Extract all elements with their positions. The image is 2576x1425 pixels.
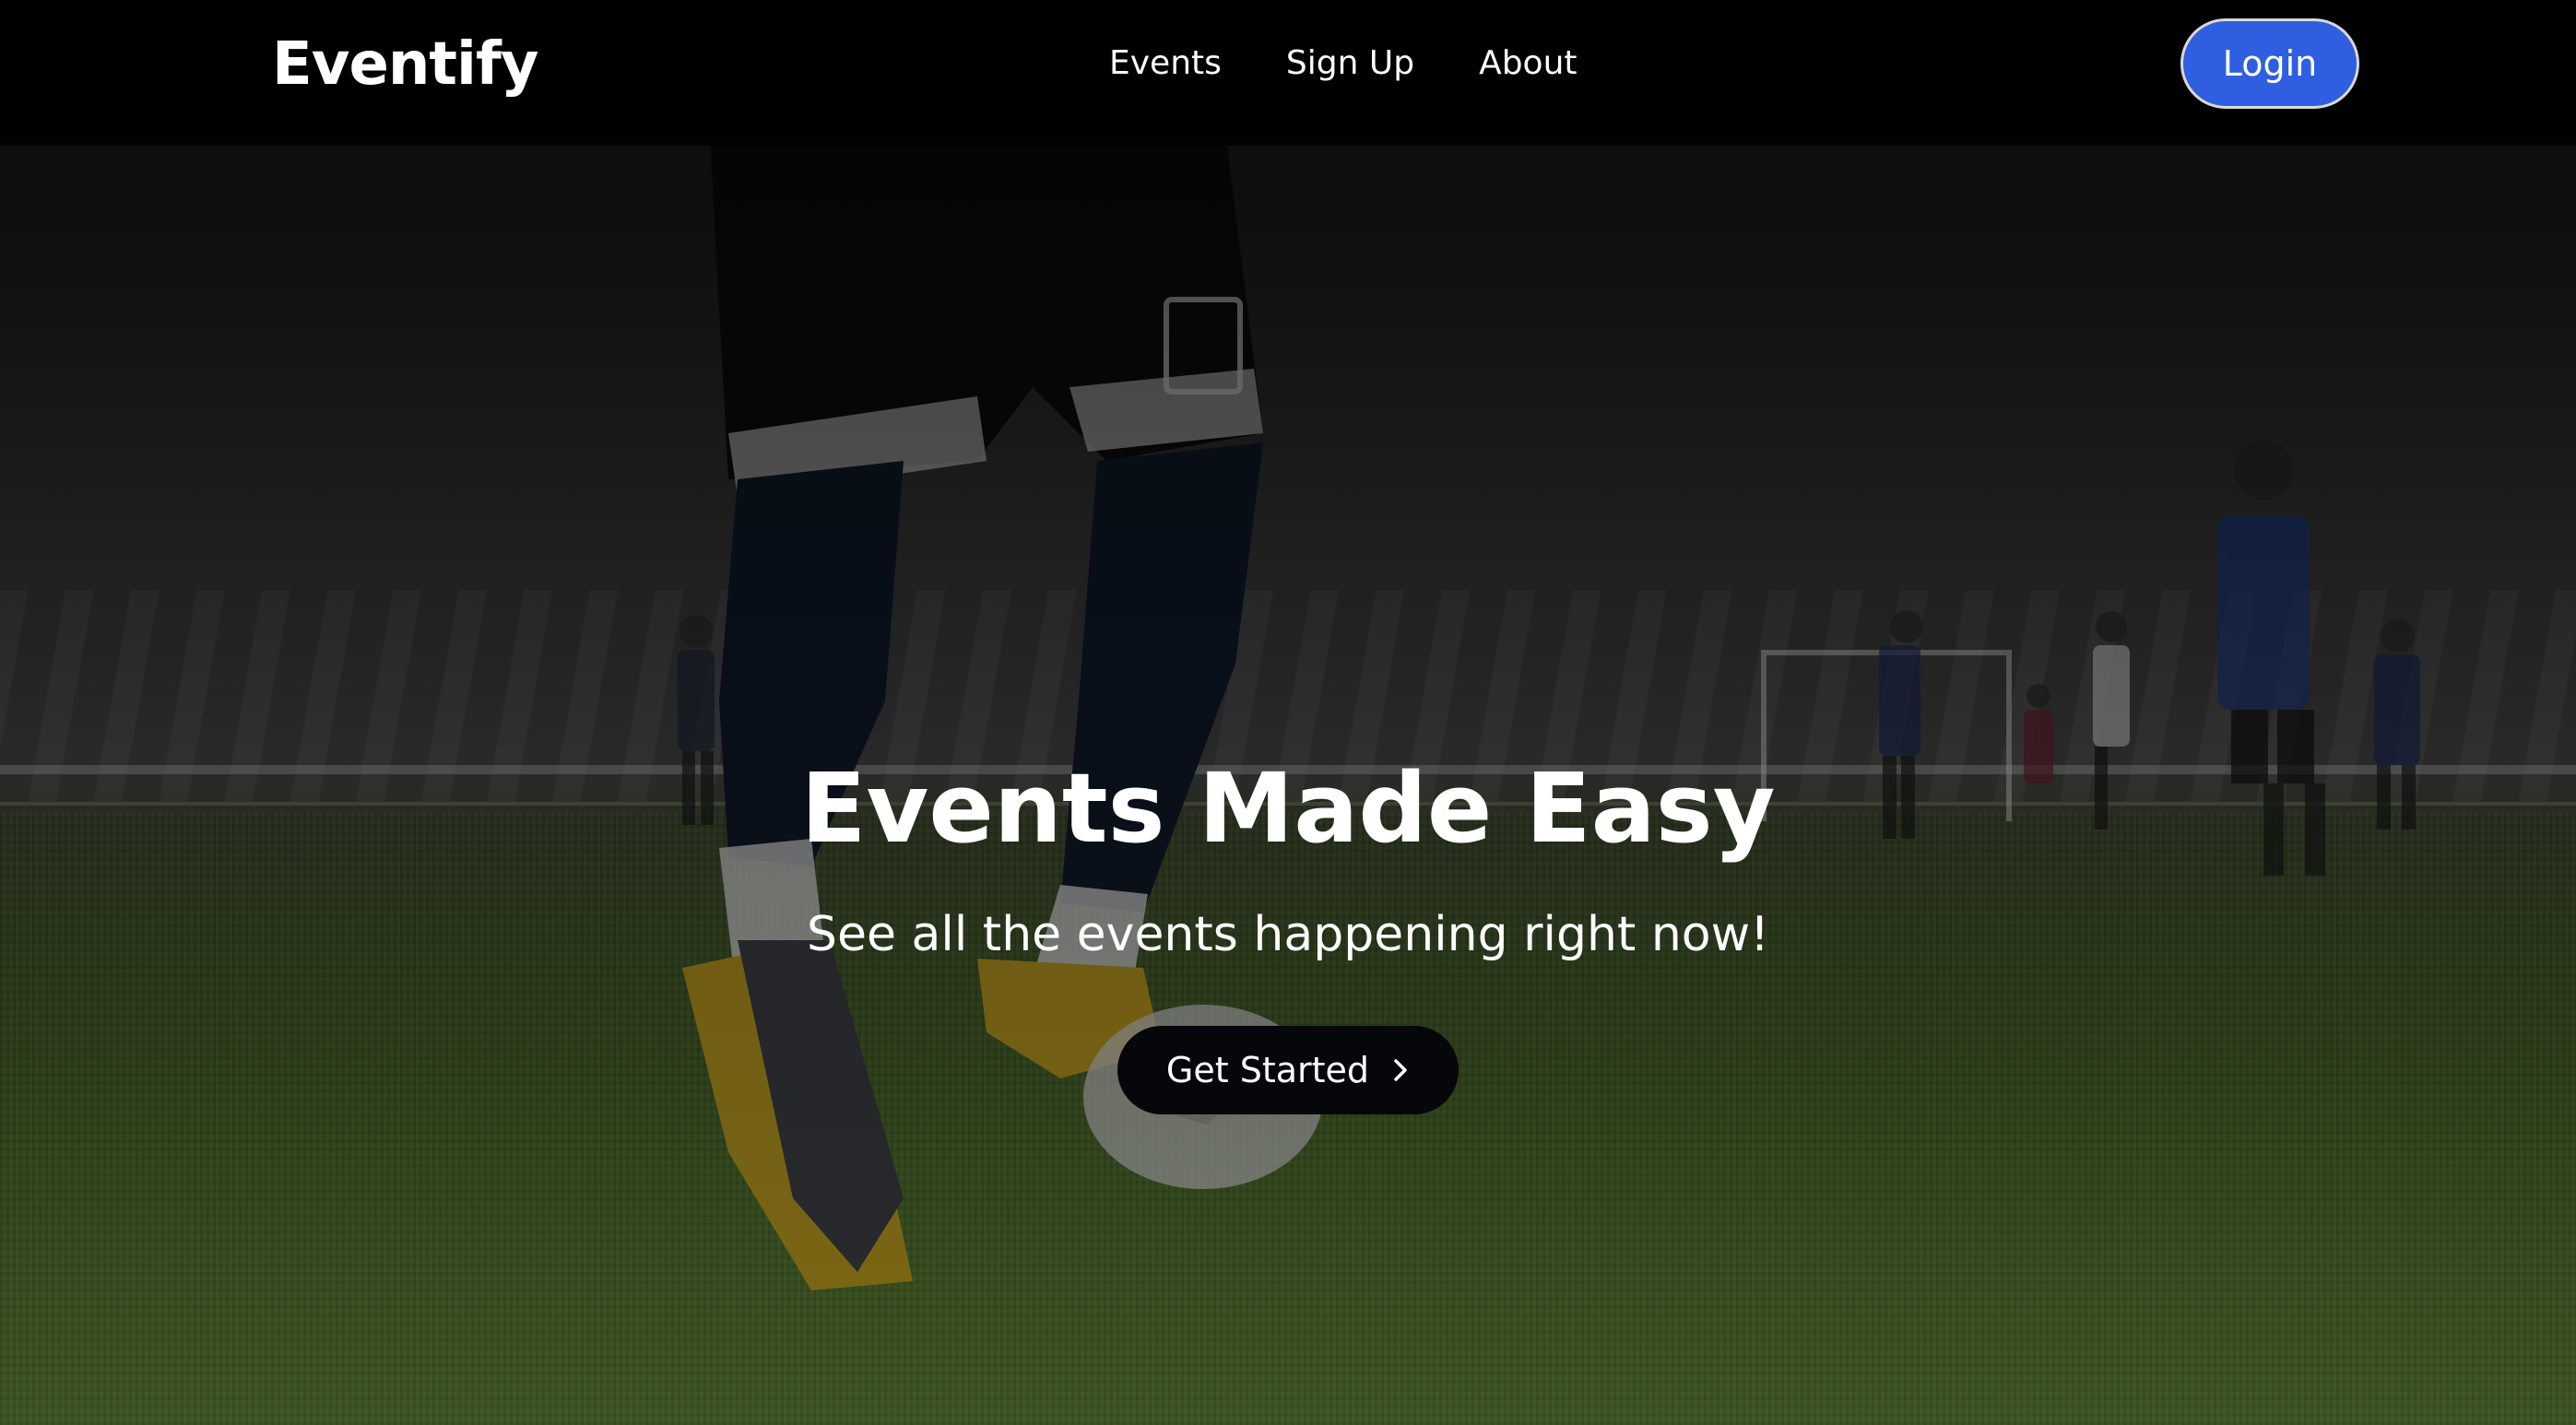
main-nav: Events Sign Up About xyxy=(1109,41,1642,87)
hero-section: Events Made Easy See all the events happ… xyxy=(0,751,2576,1114)
get-started-label: Get Started xyxy=(1165,1050,1370,1090)
top-navbar: Eventify Events Sign Up About Login xyxy=(0,0,2576,146)
chevron-right-icon xyxy=(1394,1059,1407,1081)
brand-logo[interactable]: Eventify xyxy=(272,29,538,100)
login-button[interactable]: Login xyxy=(2180,18,2359,109)
hero-subtitle: See all the events happening right now! xyxy=(807,907,1769,962)
landing-page: Eventify Events Sign Up About Login Even… xyxy=(0,0,2576,1425)
nav-link-events[interactable]: Events xyxy=(1109,41,1222,87)
hero-dark-overlay xyxy=(0,0,2576,1425)
hero-title: Events Made Easy xyxy=(800,752,1776,865)
get-started-button[interactable]: Get Started xyxy=(1117,1026,1459,1114)
nav-link-about[interactable]: About xyxy=(1479,41,1577,87)
nav-link-sign-up[interactable]: Sign Up xyxy=(1286,41,1414,87)
